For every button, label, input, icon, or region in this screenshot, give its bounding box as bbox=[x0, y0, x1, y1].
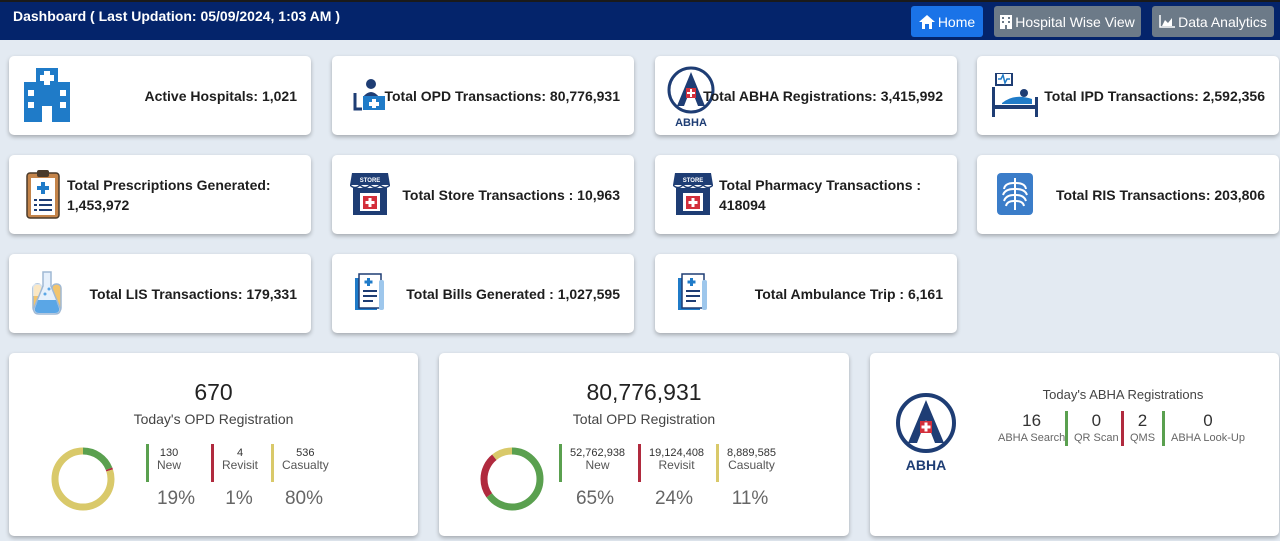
segment-name: Casualty bbox=[728, 458, 775, 472]
page-title: Dashboard ( Last Updation: 05/09/2024, 1… bbox=[13, 8, 341, 24]
segment-name: Casualty bbox=[282, 458, 329, 472]
stat-card-ris-transactions[interactable]: Total RIS Transactions: 203,806 bbox=[977, 155, 1279, 234]
segment-name: Revisit bbox=[658, 458, 695, 472]
clipboard-icon bbox=[23, 166, 63, 222]
stat-card-abha-registrations[interactable]: ABHA Total ABHA Registrations: 3,415,992 bbox=[655, 56, 957, 135]
segment-name: Revisit bbox=[222, 458, 259, 472]
home-button[interactable]: Home bbox=[911, 6, 983, 37]
today-opd-pct-new: 19% bbox=[156, 488, 196, 509]
area-chart-icon bbox=[1159, 15, 1176, 28]
today-opd-pct-casualty: 80% bbox=[284, 488, 324, 509]
today-abha-card: ABHA Today's ABHA Registrations 16 ABHA … bbox=[870, 353, 1279, 536]
hospital-icon bbox=[19, 67, 75, 123]
bill-icon bbox=[342, 265, 398, 321]
abha-segment-search: 16 ABHA Search bbox=[992, 411, 1065, 446]
xray-icon bbox=[987, 166, 1043, 222]
total-opd-segment-new: 52,762,938 New bbox=[559, 444, 625, 482]
building-icon bbox=[1000, 14, 1013, 29]
stat-label: Total Ambulance Trip : 6,161 bbox=[754, 285, 943, 302]
segment-name: New bbox=[585, 458, 610, 472]
total-opd-segment-revisit: 19,124,408 Revisit bbox=[638, 444, 704, 482]
stat-card-pharmacy-transactions[interactable]: STORE Total Pharmacy Transactions : 4180… bbox=[655, 155, 957, 234]
stat-card-prescriptions[interactable]: Total Prescriptions Generated: 1,453,972 bbox=[9, 155, 311, 234]
stat-card-ambulance-trips[interactable]: Total Ambulance Trip : 6,161 bbox=[655, 254, 957, 333]
total-opd-card: 80,776,931 Total OPD Registration 52,762… bbox=[439, 353, 849, 536]
stat-label: Total Bills Generated : 1,027,595 bbox=[406, 285, 620, 302]
stat-label: Total OPD Transactions: 80,776,931 bbox=[384, 87, 620, 104]
segment-name: New bbox=[157, 458, 182, 472]
today-opd-segment-revisit: 4 Revisit bbox=[211, 444, 258, 482]
abha-logo-text: ABHA bbox=[906, 457, 946, 473]
segment-value: 2 bbox=[1137, 411, 1148, 430]
today-opd-value: 670 bbox=[194, 379, 233, 405]
stat-card-lis-transactions[interactable]: Total LIS Transactions: 179,331 bbox=[9, 254, 311, 333]
today-opd-pct-revisit: 1% bbox=[225, 488, 253, 509]
total-opd-pct-new: 65% bbox=[575, 488, 615, 509]
stat-label: Total IPD Transactions: 2,592,356 bbox=[1044, 87, 1265, 104]
total-opd-value: 80,776,931 bbox=[586, 379, 702, 405]
total-opd-pct-casualty: 11% bbox=[731, 488, 769, 509]
ambulance-document-icon bbox=[665, 265, 721, 321]
today-opd-title: Today's OPD Registration bbox=[133, 411, 294, 427]
pharmacy-store-icon: STORE bbox=[665, 166, 721, 222]
abha-segment-qr-scan: 0 QR Scan bbox=[1065, 411, 1119, 446]
svg-text:STORE: STORE bbox=[360, 178, 381, 184]
stat-label: Total Store Transactions : 10,963 bbox=[402, 186, 620, 203]
lab-flask-icon bbox=[19, 265, 75, 321]
abha-logo-icon: ABHA bbox=[895, 390, 957, 474]
stat-label: Active Hospitals: 1,021 bbox=[144, 87, 297, 104]
abha-segment-qms: 2 QMS bbox=[1121, 411, 1155, 446]
today-abha-title: Today's ABHA Registrations bbox=[1042, 387, 1204, 402]
total-opd-pct-revisit: 24% bbox=[654, 488, 694, 509]
today-opd-segment-casualty: 536 Casualty bbox=[271, 444, 329, 482]
stat-card-opd-transactions[interactable]: Total OPD Transactions: 80,776,931 bbox=[332, 56, 634, 135]
svg-text:STORE: STORE bbox=[683, 178, 704, 184]
home-icon bbox=[918, 14, 935, 29]
today-opd-donut bbox=[51, 447, 115, 511]
patient-bed-icon bbox=[987, 67, 1043, 123]
segment-name: ABHA Search bbox=[998, 432, 1066, 444]
stat-card-ipd-transactions[interactable]: Total IPD Transactions: 2,592,356 bbox=[977, 56, 1279, 135]
data-analytics-button[interactable]: Data Analytics bbox=[1152, 6, 1274, 37]
abha-segment-lookup: 0 ABHA Look-Up bbox=[1162, 411, 1245, 446]
segment-value: 16 bbox=[1022, 411, 1042, 430]
today-opd-card: 670 Today's OPD Registration 130 New 4 R… bbox=[9, 353, 418, 536]
segment-name: QR Scan bbox=[1074, 432, 1119, 444]
stat-card-store-transactions[interactable]: STORE Total Store Transactions : 10,963 bbox=[332, 155, 634, 234]
data-analytics-label: Data Analytics bbox=[1178, 13, 1267, 30]
header-bar: Dashboard ( Last Updation: 05/09/2024, 1… bbox=[0, 0, 1280, 40]
stat-card-bills-generated[interactable]: Total Bills Generated : 1,027,595 bbox=[332, 254, 634, 333]
total-opd-segment-casualty: 8,889,585 Casualty bbox=[716, 444, 776, 482]
stat-label: Total ABHA Registrations: 3,415,992 bbox=[703, 87, 943, 104]
stat-label: Total Prescriptions Generated: 1,453,972 bbox=[67, 176, 271, 213]
stat-card-active-hospitals[interactable]: Active Hospitals: 1,021 bbox=[9, 56, 311, 135]
stat-label: Total RIS Transactions: 203,806 bbox=[1055, 186, 1265, 203]
store-icon: STORE bbox=[342, 166, 398, 222]
segment-value: 0 bbox=[1091, 411, 1102, 430]
home-label: Home bbox=[937, 13, 976, 30]
total-opd-donut bbox=[480, 447, 544, 511]
hospital-wise-view-label: Hospital Wise View bbox=[1015, 13, 1135, 30]
hospital-wise-view-button[interactable]: Hospital Wise View bbox=[994, 6, 1141, 37]
today-opd-segment-new: 130 New bbox=[146, 444, 181, 482]
total-opd-title: Total OPD Registration bbox=[572, 411, 716, 427]
segment-name: ABHA Look-Up bbox=[1171, 432, 1245, 444]
stat-label: Total LIS Transactions: 179,331 bbox=[89, 285, 297, 302]
segment-value: 0 bbox=[1203, 411, 1213, 430]
stat-label: Total Pharmacy Transactions : 418094 bbox=[719, 176, 922, 213]
segment-name: QMS bbox=[1130, 432, 1156, 444]
